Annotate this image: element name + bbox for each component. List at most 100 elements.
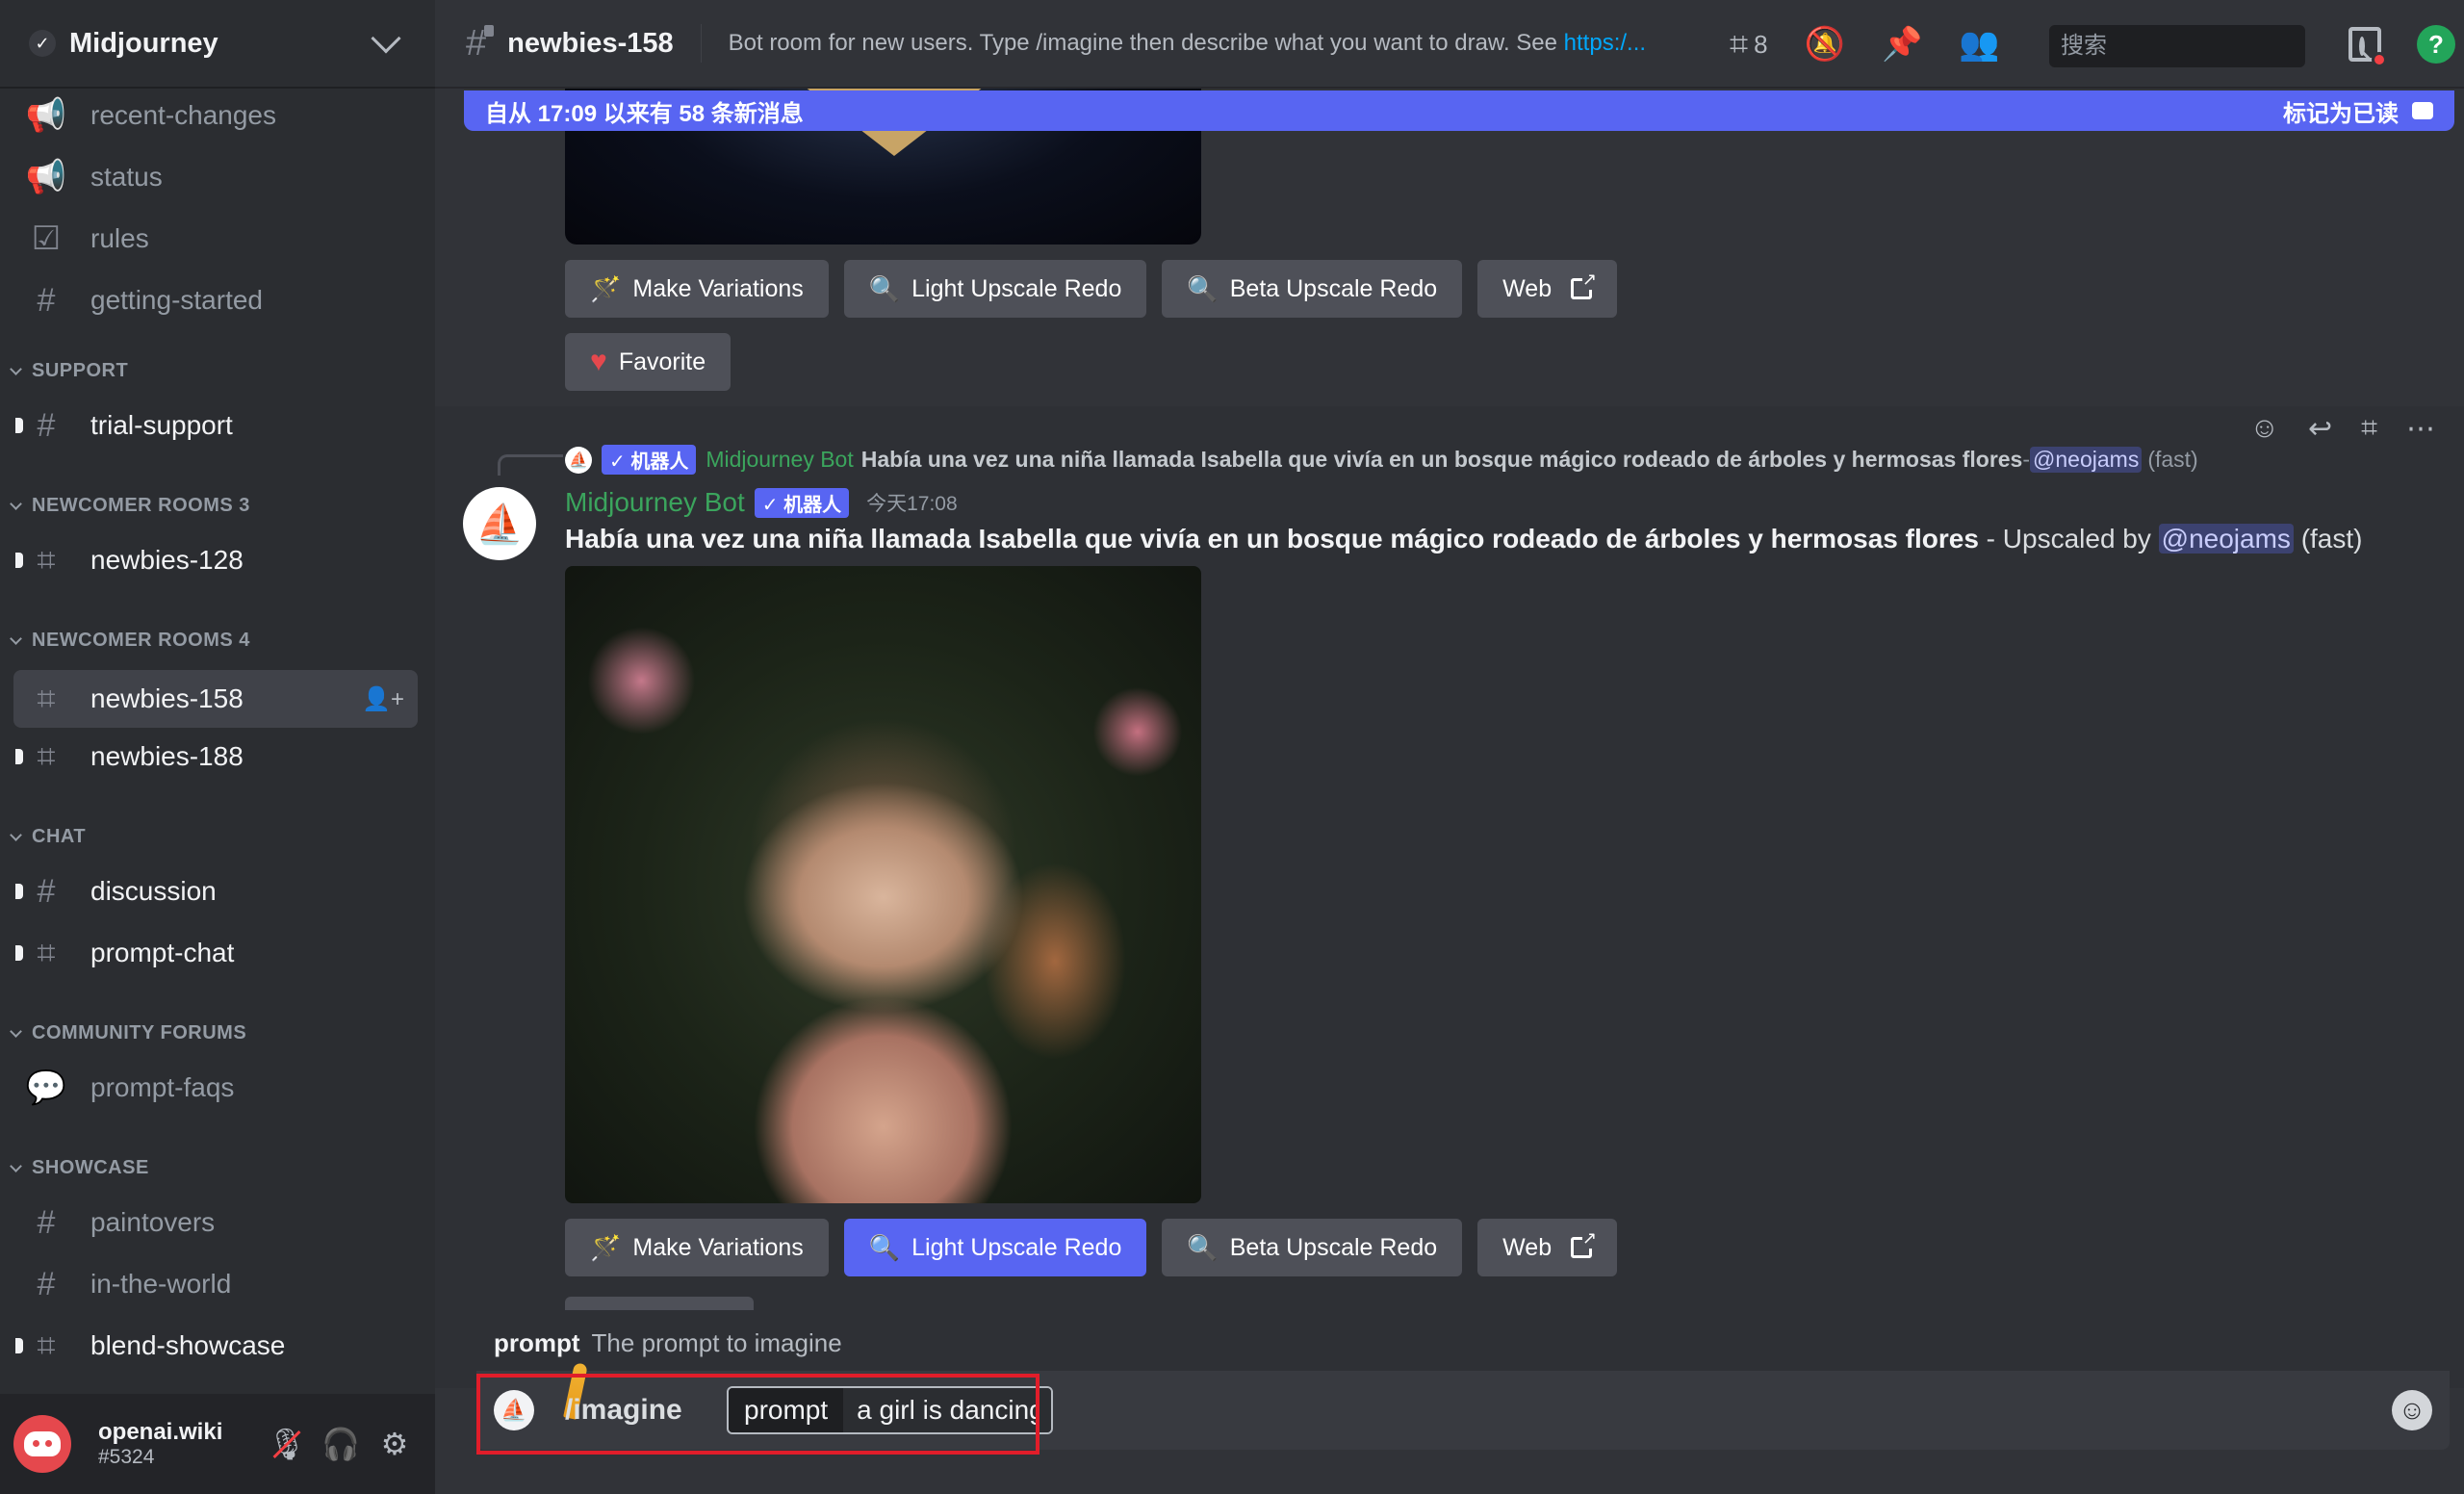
search-box[interactable] xyxy=(2049,25,2365,67)
notification-settings-button[interactable]: 🔕 xyxy=(1805,25,1845,64)
help-button[interactable]: ? xyxy=(2417,25,2455,64)
channel-status[interactable]: 📢 status xyxy=(13,152,418,202)
username: openai.wiki xyxy=(98,1419,223,1445)
category-community-forums[interactable]: COMMUNITY FORUMS xyxy=(8,1022,246,1044)
channel-prompt-chat[interactable]: ⌗ prompt-chat xyxy=(13,928,418,978)
category-showcase[interactable]: SHOWCASE xyxy=(8,1157,149,1179)
channel-discussion[interactable]: # discussion xyxy=(13,866,418,916)
topic-link[interactable]: https:/... xyxy=(1564,30,1646,56)
channel-paintovers[interactable]: # paintovers xyxy=(13,1198,418,1248)
channel-prompt-faqs[interactable]: 💬 prompt-faqs xyxy=(13,1063,418,1113)
threads-button[interactable]: ⌗ 8 xyxy=(1730,26,1768,64)
beta-upscale-redo-button[interactable]: 🔍 Beta Upscale Redo xyxy=(1162,1219,1463,1276)
category-newcomer-rooms-4[interactable]: NEWCOMER ROOMS 4 xyxy=(8,630,250,652)
chevron-down-icon[interactable] xyxy=(371,23,401,54)
reply-avatar: ⛵ xyxy=(565,446,592,474)
channel-label: getting-started xyxy=(90,285,263,315)
server-name: Midjourney xyxy=(69,27,218,59)
make-variations-button[interactable]: 🪄 Make Variations xyxy=(565,260,829,318)
message-actions: ☺ ↩ ⌗ ⋯ xyxy=(2249,412,2435,446)
inbox-button[interactable] xyxy=(2348,27,2387,67)
web-link-button[interactable]: Web xyxy=(1477,1219,1618,1276)
pin-icon: 📌 xyxy=(1881,26,1923,63)
web-link-button[interactable]: Web xyxy=(1477,260,1618,318)
magnifier-icon: 🔍 xyxy=(868,273,901,303)
heart-icon: ♥ xyxy=(590,346,607,377)
caret-icon xyxy=(10,1160,22,1172)
reply-preview[interactable]: ⛵ ✓ 机器人 Midjourney Bot Había una vez una… xyxy=(565,445,2198,475)
channel-newbies-128[interactable]: ⌗ newbies-128 xyxy=(13,535,418,585)
channel-label: newbies-128 xyxy=(90,545,244,575)
reply-mention[interactable]: @neojams xyxy=(2030,447,2143,473)
user-mention[interactable]: @neojams xyxy=(2158,524,2294,554)
message-list: 自从 17:09 以来有 58 条新消息 标记为已读 🪄 Make Variati… xyxy=(435,89,2464,1494)
channel-getting-started[interactable]: # getting-started xyxy=(13,275,418,325)
discord-logo-icon xyxy=(24,1431,61,1456)
reply-icon[interactable]: ↩ xyxy=(2308,412,2332,446)
emoji-picker-icon[interactable]: ☺ xyxy=(2392,1390,2432,1430)
channel-trial-support[interactable]: # trial-support xyxy=(13,400,418,451)
server-header[interactable]: ✓ Midjourney xyxy=(0,0,435,89)
mute-button[interactable]: 🎙 xyxy=(260,1417,314,1471)
option-description: The prompt to imagine xyxy=(591,1328,842,1357)
lock-icon xyxy=(484,24,495,37)
user-avatar[interactable] xyxy=(13,1415,71,1473)
search-input[interactable] xyxy=(2061,33,2359,60)
channel-recent-changes[interactable]: 📢 recent-changes xyxy=(13,90,418,141)
member-list-button[interactable]: 👥 xyxy=(1959,25,1999,64)
thread-lock-icon: ⌗ xyxy=(37,680,56,717)
hash-icon: # xyxy=(15,407,64,444)
magnifier-icon: 🔍 xyxy=(868,1232,901,1262)
category-chat[interactable]: CHAT xyxy=(8,826,86,848)
sailboat-icon: ⛵ xyxy=(475,502,524,546)
deafen-button[interactable]: 🎧 xyxy=(314,1417,368,1471)
channel-topic[interactable]: Bot room for new users. Type /imagine th… xyxy=(729,30,1691,57)
more-options-icon[interactable]: ⋯ xyxy=(2406,412,2435,446)
invite-user-icon[interactable]: 👤+ xyxy=(362,685,404,713)
favorite-button[interactable]: ♥ Favorite xyxy=(565,333,732,391)
hash-icon: # xyxy=(37,1265,56,1302)
hash-icon: # xyxy=(37,1203,56,1241)
channel-label: prompt-faqs xyxy=(90,1072,235,1102)
mark-as-read-button[interactable]: 标记为已读 xyxy=(2283,94,2433,128)
favorite-row: ♥ Favorite xyxy=(565,333,732,391)
pinned-messages-button[interactable]: 📌 xyxy=(1882,25,1922,64)
make-variations-button[interactable]: 🪄 Make Variations xyxy=(565,1219,829,1276)
thread-lock-icon: ⌗ xyxy=(15,738,64,775)
verified-icon: ✓ xyxy=(29,30,56,57)
magnifier-icon: 🔍 xyxy=(1187,273,1219,303)
upscaled-image[interactable] xyxy=(565,566,1201,1203)
create-thread-icon[interactable]: ⌗ xyxy=(2361,412,2377,446)
category-newcomer-rooms-3[interactable]: NEWCOMER ROOMS 3 xyxy=(8,495,250,517)
external-link-icon xyxy=(1571,1228,1598,1258)
light-upscale-redo-button[interactable]: 🔍 Light Upscale Redo xyxy=(843,1219,1147,1276)
threads-icon: ⌗ xyxy=(1730,25,1749,63)
channel-title: newbies-158 xyxy=(507,27,674,59)
forum-icon: 💬 xyxy=(25,1069,67,1106)
category-support[interactable]: SUPPORT xyxy=(8,360,128,382)
annotation-highlight-box xyxy=(476,1374,1040,1455)
favorite-button-partial[interactable] xyxy=(565,1297,754,1310)
light-upscale-redo-button[interactable]: 🔍 Light Upscale Redo xyxy=(843,260,1147,318)
channel-newbies-188[interactable]: ⌗ newbies-188 xyxy=(13,732,418,782)
add-reaction-icon[interactable]: ☺ xyxy=(2249,412,2279,446)
thread-icon: ⌗ xyxy=(15,935,64,971)
channel-rules[interactable]: ☑ rules xyxy=(13,214,418,264)
user-settings-button[interactable]: ⚙ xyxy=(368,1417,422,1471)
channel-label: prompt-chat xyxy=(90,938,235,967)
reply-author[interactable]: Midjourney Bot xyxy=(706,447,853,473)
beta-upscale-redo-button[interactable]: 🔍 Beta Upscale Redo xyxy=(1162,260,1463,318)
user-info[interactable]: openai.wiki #5324 xyxy=(98,1419,260,1469)
reply-connector xyxy=(498,454,563,476)
thread-icon: ⌗ xyxy=(15,1327,64,1364)
inbox-badge xyxy=(2372,52,2387,67)
channel-blend-showcase[interactable]: ⌗ blend-showcase xyxy=(13,1321,418,1371)
channel-in-the-world[interactable]: # in-the-world xyxy=(13,1259,418,1309)
hash-icon: # xyxy=(15,873,64,910)
channel-newbies-158[interactable]: ⌗ newbies-158 👤+ xyxy=(13,670,418,728)
bot-avatar[interactable]: ⛵ xyxy=(463,487,536,560)
members-icon: 👥 xyxy=(1959,26,2000,63)
megaphone-icon: 📢 xyxy=(25,159,67,195)
message-author[interactable]: Midjourney Bot xyxy=(565,487,745,518)
new-messages-banner[interactable]: 自从 17:09 以来有 58 条新消息 标记为已读 xyxy=(464,90,2454,131)
